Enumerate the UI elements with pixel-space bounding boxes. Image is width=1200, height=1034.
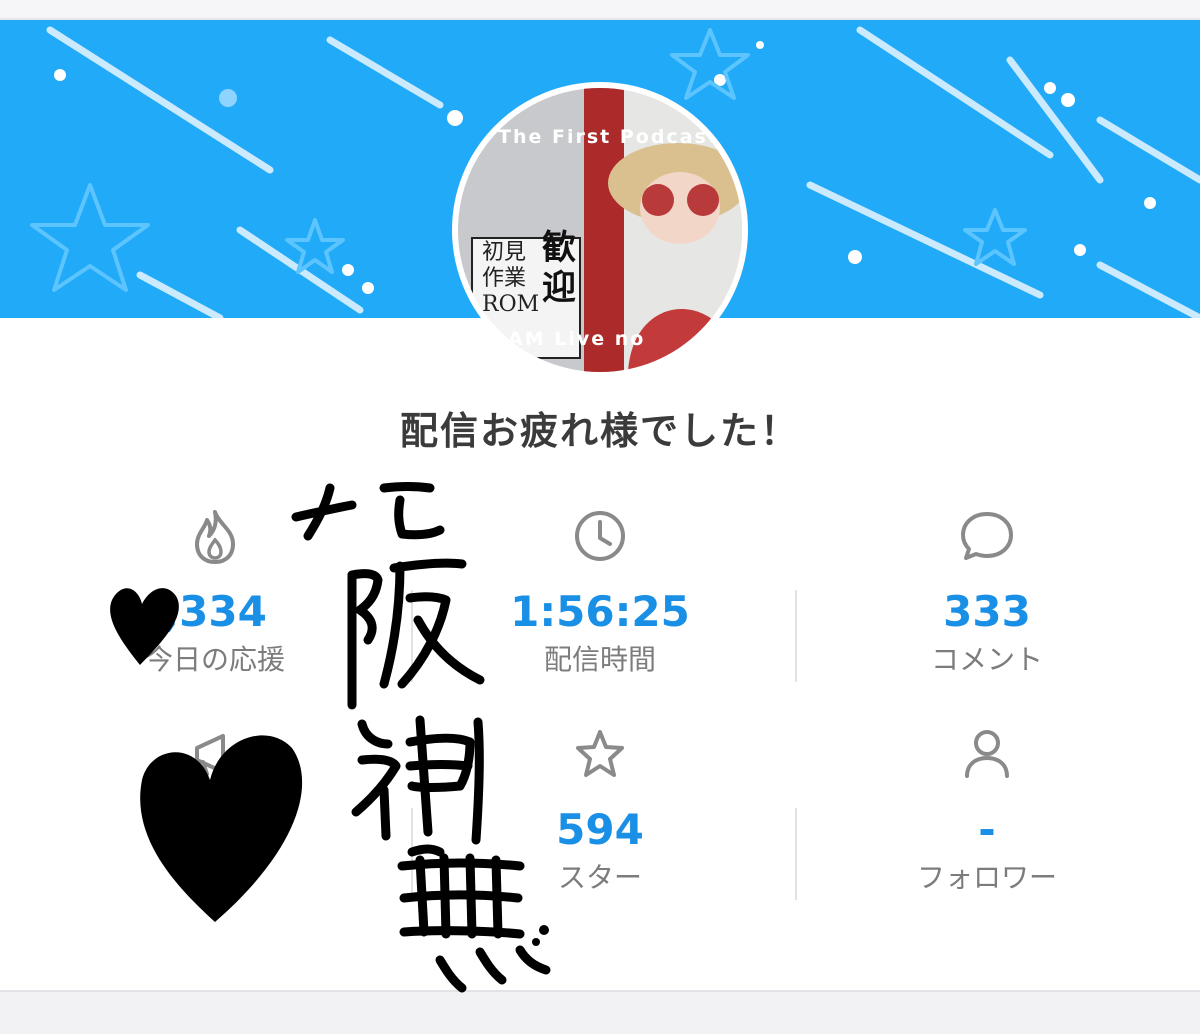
megaphone-icon	[195, 734, 225, 776]
stat-stars: 594 スター	[405, 726, 795, 896]
avatar-big-text: 歓迎	[542, 228, 576, 308]
stat-today-support: ,334 今日の応援	[20, 508, 410, 678]
flame-icon	[195, 510, 235, 564]
stat-stream-time: 1:56:25 配信時間	[405, 508, 795, 678]
stat-label: フォロワー	[916, 861, 1057, 894]
comment-bubble-icon	[961, 512, 1013, 560]
stat-label: コメント	[930, 643, 1043, 676]
top-bar	[0, 0, 1200, 20]
avatar-title: The First Podcast	[498, 126, 719, 148]
stat-label: スター	[557, 861, 642, 894]
stat-value: ,334	[163, 587, 267, 636]
stat-label: 盛	[200, 841, 229, 874]
streamer-avatar[interactable]: The First Podcast 初見 作業 ROM 歓迎 AM Live n…	[452, 82, 748, 378]
column-divider	[795, 808, 797, 900]
star-icon	[576, 730, 624, 777]
stat-value: 333	[943, 587, 1031, 636]
page-title: 配信お疲れ様でした！	[399, 409, 800, 453]
avatar-footer: AM Live no	[508, 328, 646, 350]
stat-label: 今日の応援	[144, 643, 285, 676]
column-divider	[795, 590, 797, 682]
bottom-bar	[0, 990, 1200, 1034]
avatar-sign-text: 初見 作業 ROM	[482, 240, 540, 317]
column-divider	[411, 590, 413, 682]
stat-comments: 333 コメント	[792, 508, 1182, 678]
stat-value: -	[978, 805, 996, 854]
stat-followers: - フォロワー	[792, 726, 1182, 896]
person-icon	[965, 730, 1009, 778]
stat-value: 594	[556, 805, 644, 854]
stat-label: 配信時間	[543, 643, 656, 676]
stat-value: 1:56:25	[510, 587, 690, 636]
clock-icon	[575, 511, 625, 561]
column-divider	[411, 808, 413, 900]
stat-excitement: 盛	[20, 726, 410, 876]
